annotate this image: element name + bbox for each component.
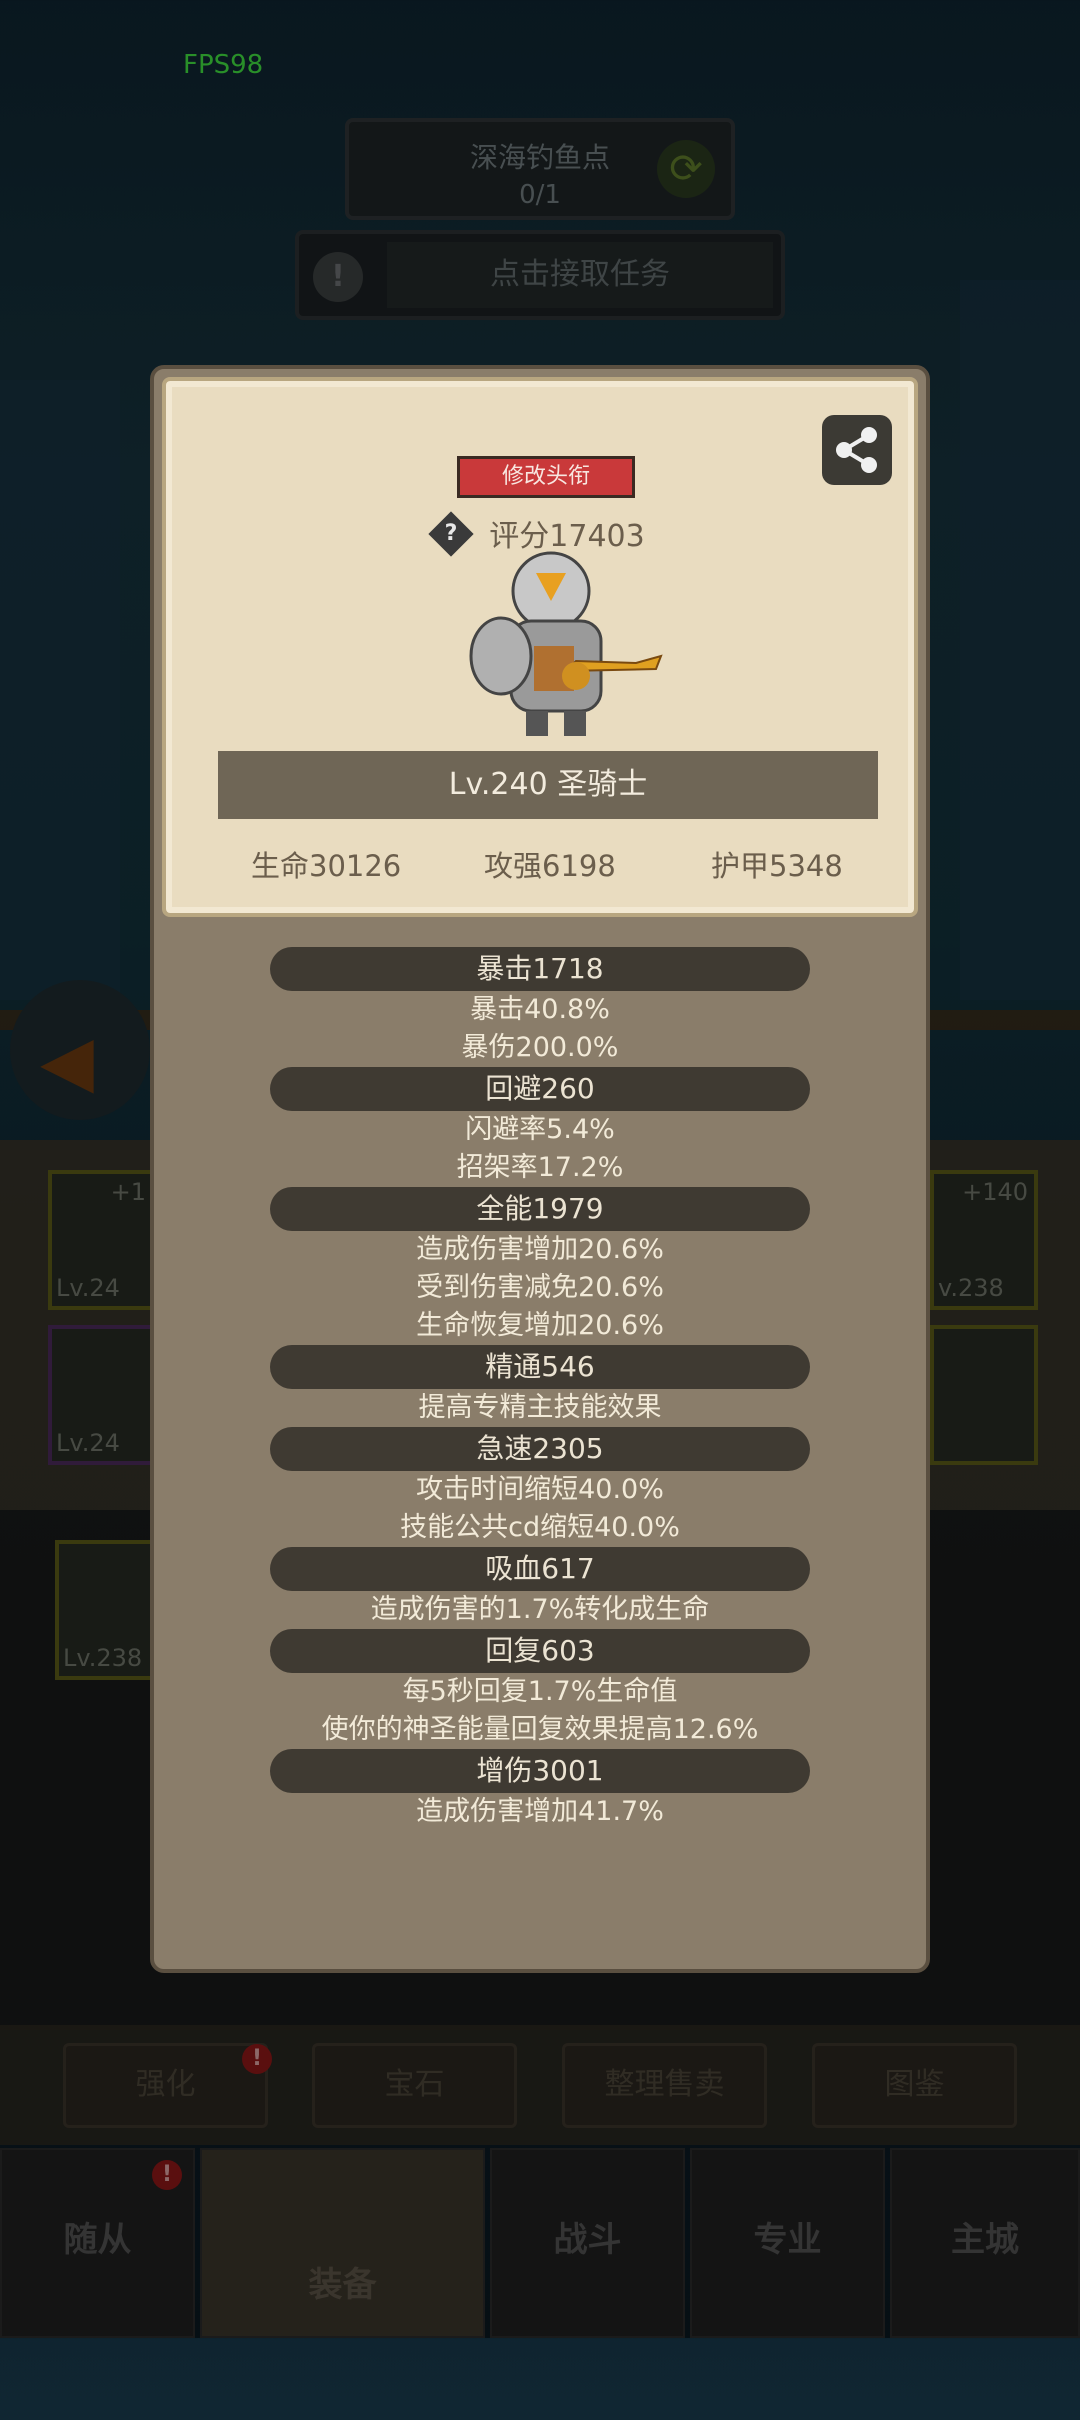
- stat-detail: 暴伤200.0%: [461, 1032, 619, 1063]
- stat-list: 暴击1718 暴击40.8% 暴伤200.0% 回避260 闪避率5.4% 招架率17.2…: [154, 947, 926, 1831]
- share-icon: [836, 427, 877, 473]
- score-value: 评分17403: [489, 519, 645, 554]
- stat-detail: 提高专精主技能效果: [418, 1392, 662, 1423]
- paladin-avatar: [469, 551, 663, 736]
- stat-detail: 生命恢复增加20.6%: [416, 1310, 664, 1341]
- stat-header: 精通546: [270, 1345, 810, 1389]
- stat-detail: 攻击时间缩短40.0%: [416, 1474, 664, 1505]
- stat-header: 全能1979: [270, 1187, 810, 1231]
- stat-detail: 造成伤害增加41.7%: [416, 1796, 664, 1827]
- stat-header: 增伤3001: [270, 1749, 810, 1793]
- stat-detail: 造成伤害的1.7%转化成生命: [370, 1594, 710, 1625]
- stat-detail: 招架率17.2%: [456, 1152, 624, 1183]
- attack-stat: 攻强6198: [484, 849, 616, 883]
- change-title-button[interactable]: 修改头衔: [457, 456, 635, 498]
- stat-header: 回避260: [270, 1067, 810, 1111]
- stat-detail: 造成伤害增加20.6%: [416, 1234, 664, 1265]
- stat-detail: 受到伤害减免20.6%: [416, 1272, 664, 1303]
- stat-detail: 使你的神圣能量回复效果提高12.6%: [321, 1714, 759, 1745]
- stat-header: 吸血617: [270, 1547, 810, 1591]
- score-row: ? 评分17403: [166, 510, 914, 557]
- level-class-banner: Lv.240 圣骑士: [218, 751, 878, 819]
- stat-header: 暴击1718: [270, 947, 810, 991]
- help-icon[interactable]: ?: [428, 510, 474, 557]
- stat-detail: 技能公共cd缩短40.0%: [400, 1512, 680, 1543]
- stat-header: 急速2305: [270, 1427, 810, 1471]
- stat-header: 回复603: [270, 1629, 810, 1673]
- help-glyph: ?: [444, 520, 458, 546]
- hp-stat: 生命30126: [251, 849, 402, 883]
- share-button[interactable]: [822, 415, 892, 485]
- stat-detail: 每5秒回复1.7%生命值: [402, 1676, 678, 1707]
- armor-stat: 护甲5348: [711, 849, 843, 883]
- stat-detail: 暴击40.8%: [470, 994, 610, 1025]
- character-stats-panel: 修改头衔 ? 评分17403 Lv.240 圣骑士 生命30126 攻强6198…: [150, 365, 930, 1973]
- character-card: 修改头衔 ? 评分17403 Lv.240 圣骑士 生命30126 攻强6198…: [162, 377, 918, 917]
- stat-detail: 闪避率5.4%: [465, 1114, 615, 1145]
